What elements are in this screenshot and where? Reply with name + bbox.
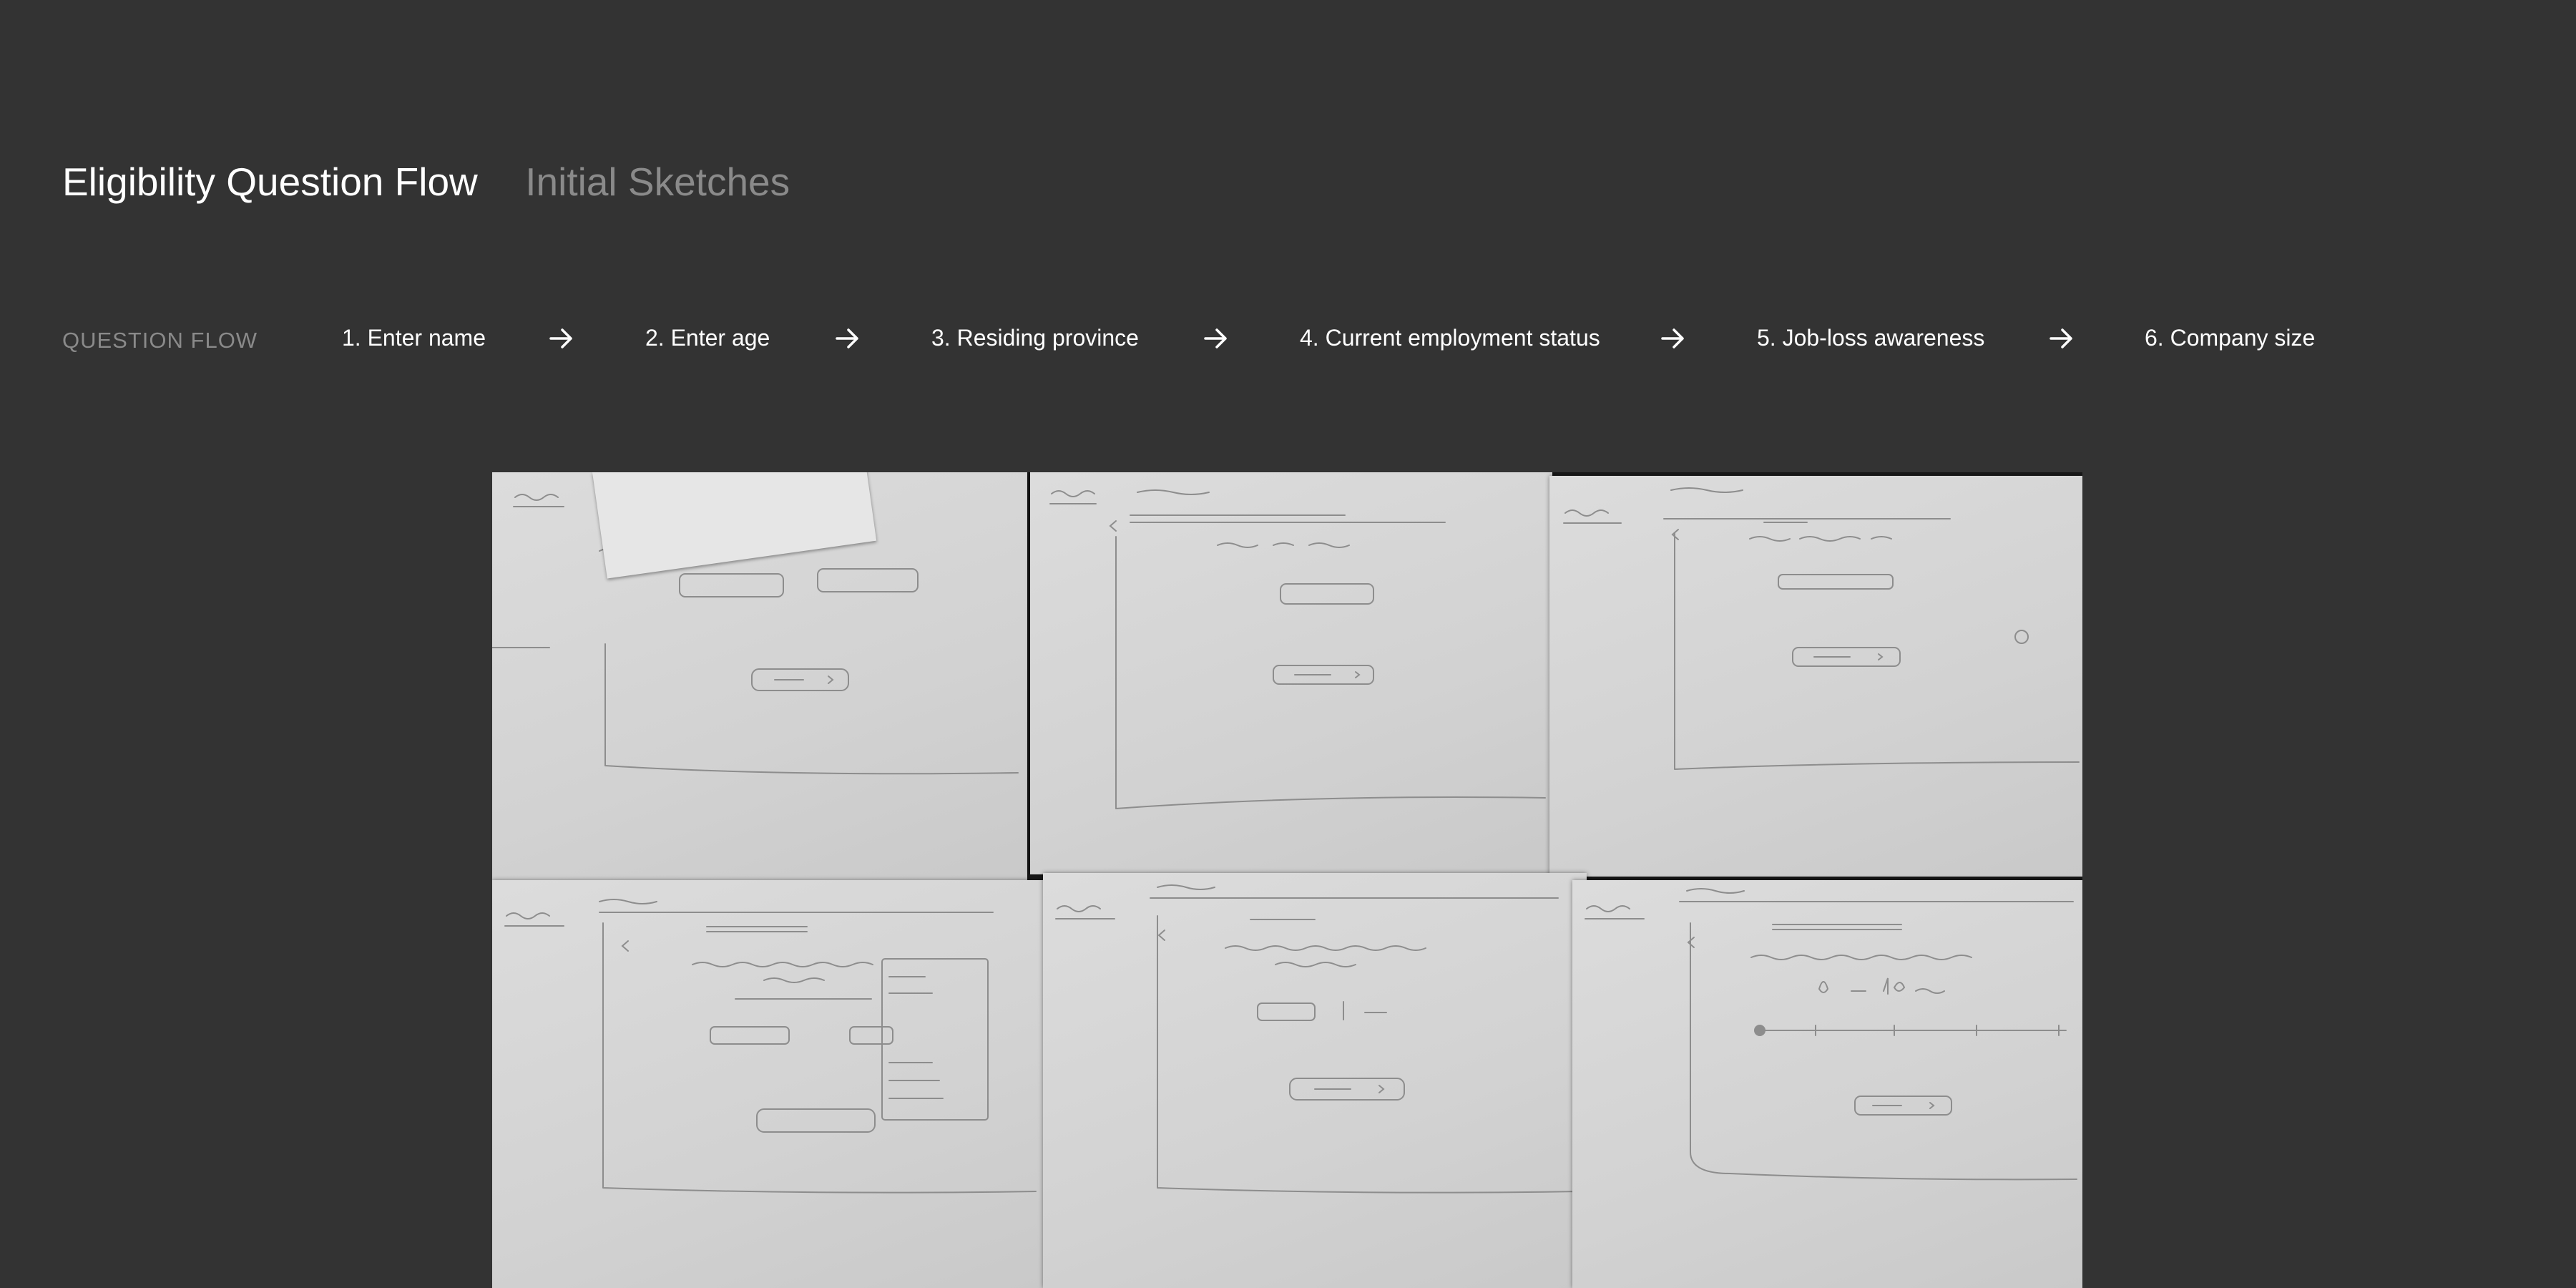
- page-subtitle: Initial Sketches: [525, 160, 790, 204]
- sketch-sheet-step-3: [1549, 476, 2082, 877]
- arrow-right-icon: [1658, 323, 1688, 353]
- initial-sketches-photo: [492, 472, 2082, 1288]
- flow-step-job-loss-awareness: 5. Job-loss awareness: [1757, 325, 1985, 351]
- flow-step-enter-name: 1. Enter name: [342, 325, 486, 351]
- sketch-sheet-step-1: [492, 472, 1027, 880]
- arrow-right-icon: [547, 323, 577, 353]
- sketch-sheet-step-2: [1030, 472, 1552, 874]
- page-title: Eligibility Question Flow: [62, 160, 478, 204]
- flow-step-residing-province: 3. Residing province: [931, 325, 1139, 351]
- arrow-right-icon: [833, 323, 863, 353]
- flow-step-current-employment-status: 4. Current employment status: [1300, 325, 1600, 351]
- arrow-right-icon: [1201, 323, 1231, 353]
- question-flow-label: QUESTION FLOW: [62, 328, 258, 353]
- sketch-sheet-step-5: [1043, 873, 1587, 1288]
- sketch-sheet-step-6: [1572, 880, 2082, 1288]
- flow-step-company-size: 6. Company size: [2145, 325, 2316, 351]
- flow-step-enter-age: 2. Enter age: [645, 325, 770, 351]
- sketch-sheet-step-4: [492, 880, 1043, 1288]
- arrow-right-icon: [2047, 323, 2077, 353]
- page-header: Eligibility Question Flow Initial Sketch…: [62, 159, 790, 205]
